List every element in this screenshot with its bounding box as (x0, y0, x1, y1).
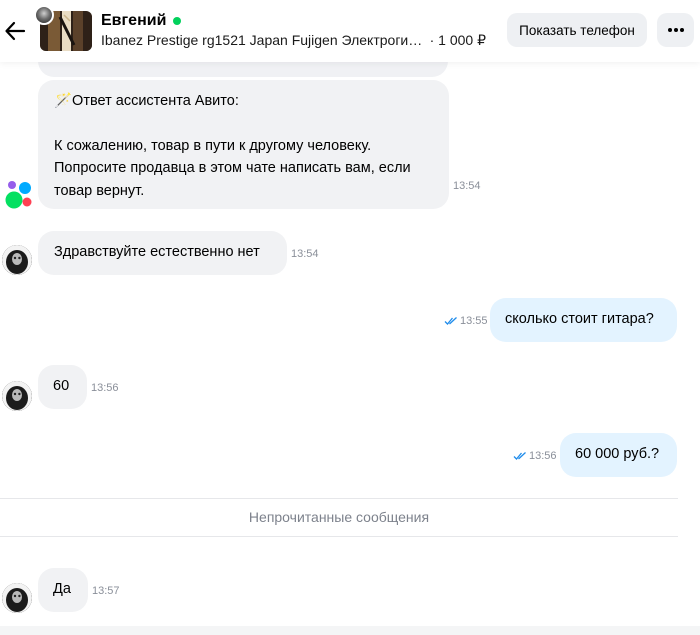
message-bubble: Да (38, 568, 88, 612)
outgoing-message-bubble: сколько стоит гитара? (490, 298, 677, 342)
unread-divider-top (0, 498, 678, 499)
assistant-message-line: К сожалению, товар в пути к другому чело… (54, 137, 372, 154)
more-options-button[interactable] (657, 13, 694, 47)
avito-assistant-logo (4, 180, 34, 210)
unread-divider-bottom (0, 536, 678, 537)
item-price: · 1 000 ₽ (429, 32, 486, 48)
chat-area: 🪄Ответ ассистента Авито: К сожалению, то… (0, 0, 700, 635)
chat-header: Евгений Ibanez Prestige rg1521 Japan Fuj… (0, 0, 700, 62)
message-bubble: 60 (38, 365, 87, 409)
assistant-message-line: Попросите продавца в этом чате написать … (54, 160, 411, 176)
read-checkmarks-icon (444, 317, 457, 325)
assistant-message-title: 🪄Ответ ассистента Авито: (54, 93, 239, 109)
message-text: Да (53, 581, 71, 597)
seller-mini-avatar (34, 5, 54, 25)
assistant-message-bubble: 🪄Ответ ассистента Авито: К сожалению, то… (38, 80, 449, 209)
message-time: 13:54 (453, 180, 481, 192)
unread-messages-label: Непрочитанные сообщения (248, 509, 430, 525)
message-time: 13:56 (529, 450, 557, 462)
outgoing-message-bubble: 60 000 руб.? (560, 433, 677, 477)
seller-name[interactable]: Евгений (101, 12, 166, 30)
arrow-left-icon (5, 21, 26, 41)
message-time: 13:56 (91, 382, 119, 394)
item-info[interactable]: Ibanez Prestige rg1521 Japan Fujigen Эле… (101, 32, 486, 49)
item-title[interactable]: Ibanez Prestige rg1521 Japan Fujigen Эле… (101, 32, 426, 49)
back-button[interactable] (2, 17, 28, 45)
message-input-bar-edge (0, 626, 700, 635)
message-text: сколько стоит гитара? (505, 311, 654, 327)
message-time: 13:54 (291, 248, 319, 260)
more-horizontal-icon (667, 28, 684, 32)
seller-avatar[interactable] (2, 381, 32, 411)
online-status-dot (173, 17, 182, 25)
read-checkmarks-icon (513, 452, 526, 460)
show-phone-button[interactable]: Показать телефон (507, 13, 647, 47)
seller-avatar[interactable] (2, 245, 32, 275)
message-time: 13:57 (92, 585, 120, 597)
message-text: Здравствуйте естественно нет (54, 244, 260, 260)
seller-avatar[interactable] (2, 583, 32, 613)
assistant-message-line: товар вернут. (54, 182, 145, 199)
message-time: 13:55 (460, 315, 488, 327)
message-text: 60 (53, 378, 70, 394)
message-text: 60 000 руб.? (575, 446, 660, 462)
message-bubble: Здравствуйте естественно нет (38, 231, 287, 275)
